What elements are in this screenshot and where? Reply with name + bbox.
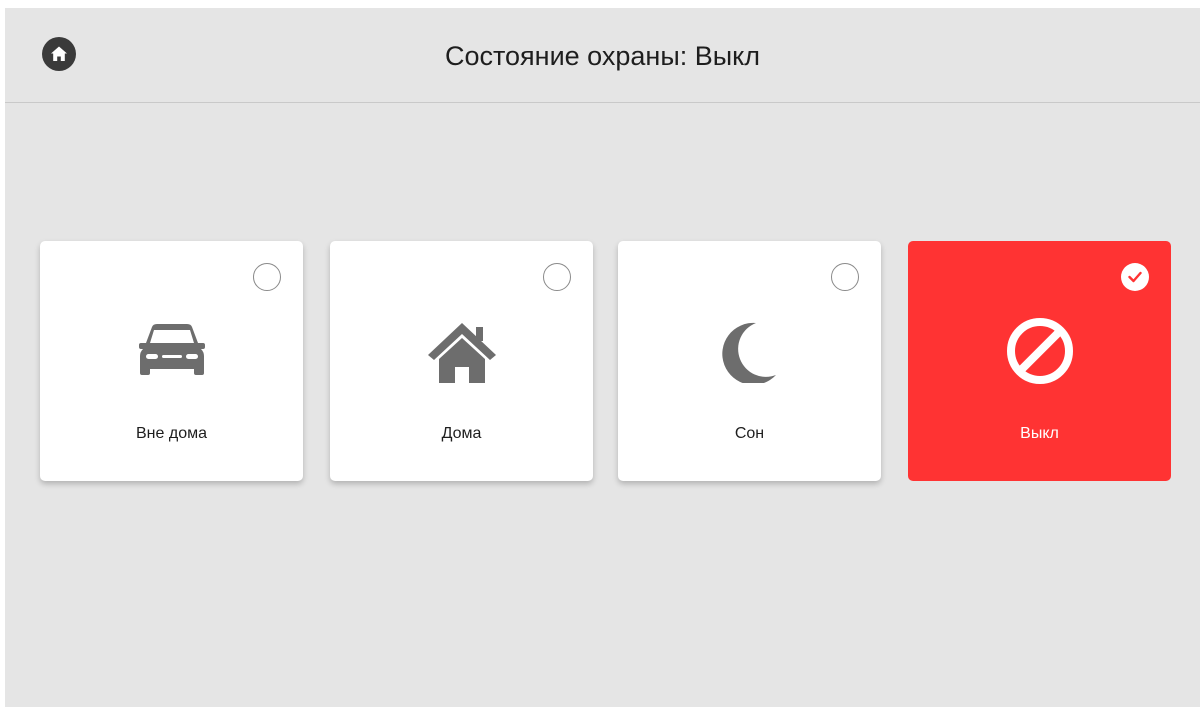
mode-card-off[interactable]: Выкл	[908, 241, 1171, 481]
mode-cards: Вне дома Дома Сон Выкл	[40, 241, 1171, 481]
header-bar: Состояние охраны: Выкл	[5, 8, 1200, 103]
mode-label: Дома	[441, 425, 482, 442]
mode-label: Сон	[734, 425, 765, 442]
moon-icon	[721, 322, 776, 383]
card-icon-wrapper	[422, 321, 502, 391]
mode-radio-checked[interactable]	[1121, 263, 1149, 291]
car-icon	[138, 324, 205, 375]
mode-label: Выкл	[1020, 425, 1059, 442]
card-icon-wrapper	[132, 321, 212, 391]
mode-radio[interactable]	[253, 263, 281, 291]
security-screen: Состояние охраны: Выкл Вне дома Дома Сон…	[5, 8, 1200, 707]
check-icon	[1128, 271, 1142, 283]
card-icon-wrapper	[1000, 318, 1080, 391]
page-title: Состояние охраны: Выкл	[444, 41, 761, 71]
mode-radio[interactable]	[831, 263, 859, 291]
mode-card-away[interactable]: Вне дома	[40, 241, 303, 481]
mode-card-home[interactable]: Дома	[330, 241, 593, 481]
house-icon	[427, 323, 496, 383]
mode-radio[interactable]	[543, 263, 571, 291]
mode-card-sleep[interactable]: Сон	[618, 241, 881, 481]
mode-label: Вне дома	[136, 425, 207, 442]
prohibited-icon	[1006, 318, 1073, 384]
card-icon-wrapper	[710, 321, 790, 391]
